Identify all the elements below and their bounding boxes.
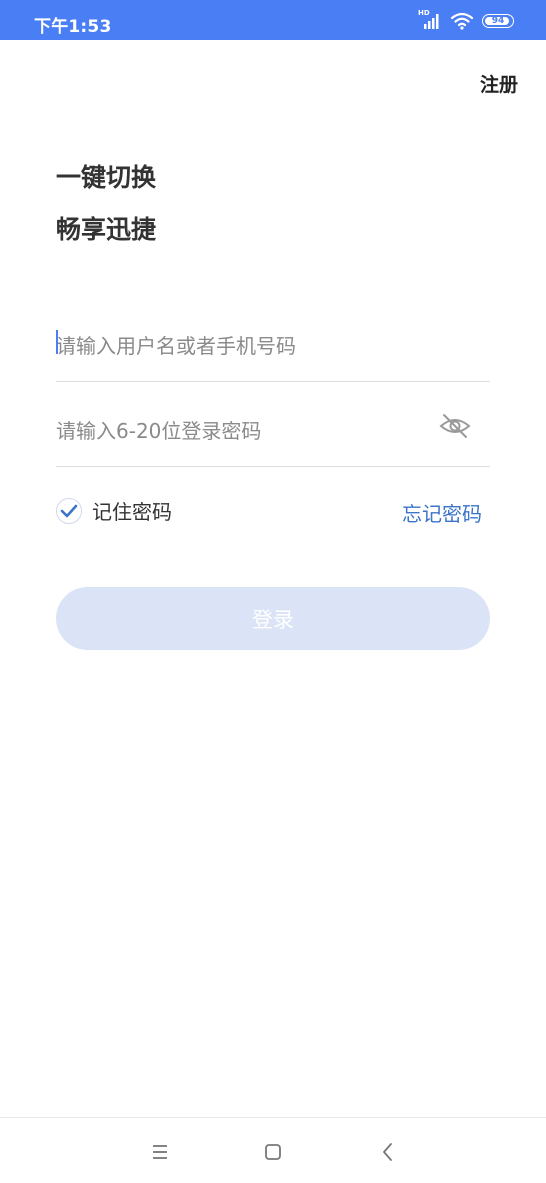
password-input[interactable]: [56, 411, 426, 451]
status-icons: HD 94: [418, 9, 514, 32]
system-nav-bar: [0, 1117, 546, 1183]
battery-level: 94: [491, 16, 505, 26]
eye-off-icon[interactable]: [438, 411, 472, 441]
remember-password-label: 记住密码: [92, 500, 172, 524]
username-field-container: [56, 318, 490, 382]
forgot-password-link[interactable]: 忘记密码: [402, 498, 482, 527]
login-screen: 下午1:53 HD 94 注册 一键切换 畅享迅捷 请输入用户名或者手机号码 记…: [0, 0, 546, 1183]
headline-line-2: 畅享迅捷: [56, 215, 157, 244]
back-icon[interactable]: [374, 1138, 402, 1166]
login-button[interactable]: 登录: [56, 587, 490, 650]
username-input[interactable]: [56, 326, 426, 366]
register-link[interactable]: 注册: [480, 70, 518, 97]
remember-password-toggle[interactable]: 记住密码: [56, 496, 172, 525]
status-bar: 下午1:53 HD 94: [0, 0, 546, 40]
password-field-container: [56, 403, 490, 467]
wifi-icon: [450, 12, 474, 30]
menu-icon[interactable]: [146, 1138, 174, 1166]
text-cursor: [56, 330, 58, 354]
headline-line-1: 一键切换: [56, 163, 157, 192]
signal-icon: HD: [418, 9, 442, 31]
battery-icon: 94: [482, 14, 514, 28]
remember-checkbox[interactable]: [56, 497, 82, 524]
status-time: 下午1:53: [34, 17, 112, 37]
network-type-label: HD: [418, 9, 430, 17]
home-icon[interactable]: [259, 1138, 287, 1166]
checkmark-icon: [60, 504, 78, 517]
